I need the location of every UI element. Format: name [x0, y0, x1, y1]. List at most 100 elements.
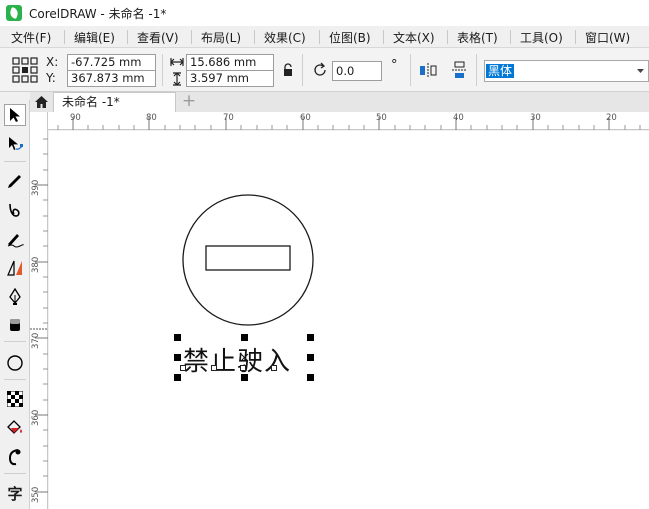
width-field[interactable]: 15.686 mm: [186, 54, 274, 71]
height-icon: [173, 72, 181, 86]
ruler-ticks: [30, 138, 48, 493]
circle-shape[interactable]: [182, 194, 314, 326]
ruler-label: 40: [453, 113, 464, 123]
separator: [162, 54, 163, 86]
menu-table[interactable]: 表格(T): [457, 29, 498, 46]
font-list-box[interactable]: 黑体: [484, 60, 649, 82]
selected-text-object[interactable]: 禁止驶入: [183, 341, 291, 378]
menu-window[interactable]: 窗口(W): [585, 29, 630, 46]
character-node[interactable]: [240, 365, 246, 371]
menu-bitmaps[interactable]: 位图(B): [329, 29, 371, 46]
selection-handle[interactable]: [174, 374, 181, 381]
window-title: CorelDRAW - 未命名 -1*: [29, 6, 167, 21]
separator: [302, 54, 303, 86]
selection-handle[interactable]: [307, 374, 314, 381]
horizontal-ruler[interactable]: 90 80 70 60 50 40 30 20: [48, 112, 649, 130]
menu-separator: [319, 30, 320, 44]
y-label: Y:: [46, 71, 56, 85]
arrow-pointer-icon: [10, 108, 20, 122]
curve-icon: [9, 203, 20, 217]
ruler-label: 90: [70, 113, 81, 123]
character-node[interactable]: [180, 365, 186, 371]
y-position-field[interactable]: 367.873 mm: [67, 70, 156, 87]
menu-separator: [510, 30, 511, 44]
toolbox-separator: [4, 161, 26, 162]
selection-handle[interactable]: [307, 334, 314, 341]
toolbox: 字: [0, 100, 30, 509]
ruler-label: 350: [31, 486, 41, 503]
menu-tools[interactable]: 工具(O): [520, 29, 563, 46]
menu-separator: [383, 30, 384, 44]
lock-ratio-icon[interactable]: [282, 63, 294, 77]
menu-separator: [447, 30, 448, 44]
eraser-icon: [10, 319, 20, 331]
rotation-icon: [314, 62, 326, 76]
ellipse-icon: [7, 355, 23, 371]
toolbox-separator: [4, 379, 26, 380]
document-tab-strip: 未命名 -1* +: [30, 92, 649, 112]
home-icon: [34, 96, 48, 108]
menu-layout[interactable]: 布局(L): [201, 29, 241, 46]
dimension-tool[interactable]: [4, 257, 26, 279]
pen-icon: [8, 175, 21, 188]
checkerboard-icon: [7, 391, 23, 407]
rotation-field[interactable]: 0.0: [332, 61, 382, 81]
mirror-vertical-icon[interactable]: [450, 61, 468, 79]
x-label: X:: [46, 55, 59, 69]
menu-separator: [64, 30, 65, 44]
smart-drawing-tool[interactable]: [4, 228, 26, 250]
vertical-ruler[interactable]: 390 380 370 360 350: [30, 112, 48, 509]
freehand-tool[interactable]: [4, 170, 26, 192]
artistic-media-tool[interactable]: [4, 199, 26, 221]
toolbox-separator: [4, 473, 26, 474]
tab-document[interactable]: 未命名 -1*: [53, 92, 176, 112]
connector-tool[interactable]: [4, 286, 26, 308]
menu-text[interactable]: 文本(X): [393, 29, 435, 46]
ellipse-tool[interactable]: [4, 352, 26, 374]
property-bar: X: Y: -67.725 mm 367.873 mm 15.686 mm 3.…: [0, 48, 649, 92]
menu-separator: [575, 30, 576, 44]
swirl-icon: [8, 449, 21, 466]
x-position-field[interactable]: -67.725 mm: [67, 54, 156, 71]
selection-handle[interactable]: [307, 354, 314, 361]
no-entry-sign-shape[interactable]: [181, 193, 315, 327]
ruler-label: 20: [606, 113, 617, 123]
eraser-tool[interactable]: [4, 314, 26, 336]
width-icon: [170, 58, 184, 66]
menu-edit[interactable]: 编辑(E): [74, 29, 115, 46]
chevron-down-icon[interactable]: [636, 67, 645, 75]
ruler-label: 80: [146, 113, 157, 123]
menu-file[interactable]: 文件(F): [11, 29, 51, 46]
interactive-fill-tool[interactable]: [4, 417, 26, 439]
selection-handle[interactable]: [241, 374, 248, 381]
ruler-label: 360: [31, 409, 41, 426]
dimension-icon: [7, 260, 22, 276]
menu-separator: [191, 30, 192, 44]
shape-edit-icon: [9, 137, 23, 150]
brush-stroke-icon: [7, 234, 24, 248]
selection-handle[interactable]: [174, 334, 181, 341]
home-tab[interactable]: [30, 92, 52, 112]
title-bar: CorelDRAW - 未命名 -1*: [0, 0, 649, 26]
ruler-label: 370: [31, 332, 41, 349]
pick-tool[interactable]: [4, 104, 26, 126]
menu-view[interactable]: 查看(V): [137, 29, 179, 46]
text-tool[interactable]: 字: [4, 482, 26, 504]
drawing-canvas[interactable]: 禁止驶入: [49, 131, 649, 509]
height-field[interactable]: 3.597 mm: [186, 70, 274, 87]
shape-tool[interactable]: [4, 133, 26, 155]
menu-bar: 文件(F) 编辑(E) 查看(V) 布局(L) 效果(C) 位图(B) 文本(X…: [0, 26, 649, 48]
fountain-pen-icon: [9, 288, 21, 305]
new-tab-button[interactable]: +: [180, 92, 198, 112]
selection-handle[interactable]: [241, 334, 248, 341]
object-origin-icon[interactable]: [12, 57, 38, 83]
menu-effects[interactable]: 效果(C): [264, 29, 306, 46]
toolbox-separator: [4, 341, 26, 342]
character-node[interactable]: [271, 365, 277, 371]
selection-handle[interactable]: [174, 354, 181, 361]
character-node[interactable]: [211, 365, 217, 371]
mirror-horizontal-icon[interactable]: [419, 61, 437, 79]
pattern-fill-tool[interactable]: [4, 388, 26, 410]
rectangle-shape[interactable]: [205, 245, 291, 271]
eyedropper-tool[interactable]: [4, 446, 26, 468]
